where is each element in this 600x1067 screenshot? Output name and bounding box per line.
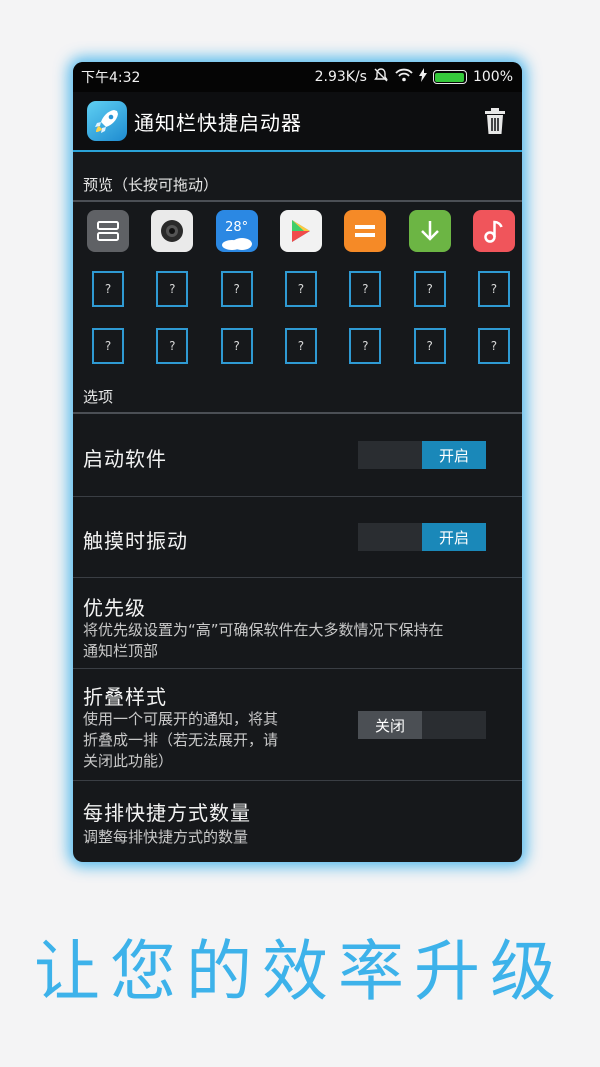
vibrate-title: 触摸时振动 <box>83 529 188 553</box>
options-header: 选项 <box>83 388 114 406</box>
empty-slot[interactable]: ? <box>220 328 253 364</box>
toggle-on-label: 开启 <box>422 523 486 551</box>
promo-banner: 让您的效率升级 <box>34 933 566 1010</box>
empty-slot[interactable]: ? <box>156 271 189 307</box>
priority-desc-line-1: 将优先级设置为“高”可确保软件在大多数情况下保持在 <box>83 621 444 639</box>
priority-option[interactable]: 优先级 将优先级设置为“高”可确保软件在大多数情况下保持在 通知栏顶部 <box>73 578 522 669</box>
collapse-desc-line-2: 折叠成一排（若无法展开，请 <box>83 731 279 749</box>
collapse-desc-line-1: 使用一个可展开的通知，将其 <box>83 710 279 728</box>
weather-icon[interactable]: 28° <box>215 210 258 252</box>
weather-temp: 28° <box>225 219 249 235</box>
per-row-desc: 调整每排快捷方式的数量 <box>83 828 249 846</box>
launch-toggle[interactable]: 开启 <box>358 441 486 469</box>
phone-screen: 下午4:32 2.93K/s 100% 通知栏快捷启动器 预览（长按可拖动） 2… <box>73 62 522 862</box>
preview-header: 预览（长按可拖动） <box>83 176 219 194</box>
empty-slot[interactable]: ? <box>477 328 510 364</box>
shortcut-row: ? ? ? ? ? ? ? <box>87 268 515 310</box>
empty-slot[interactable]: ? <box>284 271 317 307</box>
empty-slot[interactable]: ? <box>349 271 382 307</box>
trash-icon[interactable] <box>482 106 508 136</box>
empty-slot[interactable]: ? <box>92 271 124 307</box>
calculator-icon[interactable] <box>344 210 387 252</box>
toggle-icon[interactable] <box>87 210 129 252</box>
collapse-title: 折叠样式 <box>83 685 167 709</box>
vibrate-option[interactable]: 触摸时振动 开启 <box>73 497 522 578</box>
priority-desc-line-2: 通知栏顶部 <box>83 642 159 660</box>
per-row-option[interactable]: 每排快捷方式数量 调整每排快捷方式的数量 <box>73 781 522 862</box>
collapse-toggle[interactable]: 关闭 <box>358 711 486 739</box>
priority-title: 优先级 <box>83 596 146 620</box>
play-store-icon[interactable] <box>279 210 322 252</box>
divider <box>73 200 522 202</box>
download-icon[interactable] <box>408 210 451 252</box>
shortcut-row: ? ? ? ? ? ? ? <box>87 325 515 367</box>
empty-slot[interactable]: ? <box>477 271 510 307</box>
collapse-option[interactable]: 折叠样式 使用一个可展开的通知，将其 折叠成一排（若无法展开，请 关闭此功能） … <box>73 669 522 781</box>
toggle-off-label: 关闭 <box>358 711 422 739</box>
empty-slot[interactable]: ? <box>413 328 446 364</box>
charging-icon <box>418 68 427 86</box>
launch-option[interactable]: 启动软件 开启 <box>73 414 522 497</box>
empty-slot[interactable]: ? <box>92 328 124 364</box>
vibrate-toggle[interactable]: 开启 <box>358 523 486 551</box>
per-row-title: 每排快捷方式数量 <box>83 801 251 825</box>
launch-title: 启动软件 <box>83 447 167 471</box>
mute-bell-icon <box>373 67 389 87</box>
status-time: 下午4:32 <box>81 70 141 86</box>
net-speed: 2.93K/s <box>314 69 367 85</box>
rocket-icon <box>87 101 127 141</box>
empty-slot[interactable]: ? <box>156 328 189 364</box>
music-icon[interactable] <box>472 210 515 252</box>
empty-slot[interactable]: ? <box>284 328 317 364</box>
empty-slot[interactable]: ? <box>349 328 382 364</box>
wifi-icon <box>395 68 413 86</box>
empty-slot[interactable]: ? <box>220 271 253 307</box>
status-bar: 下午4:32 2.93K/s 100% <box>73 62 522 92</box>
camera-icon[interactable] <box>151 210 194 252</box>
collapse-desc-line-3: 关闭此功能） <box>83 752 174 770</box>
battery-level: 100% <box>472 69 513 85</box>
empty-slot[interactable]: ? <box>413 271 446 307</box>
battery-icon <box>432 70 467 84</box>
shortcut-row: 28° <box>87 210 515 252</box>
app-title: 通知栏快捷启动器 <box>134 110 302 135</box>
app-bar: 通知栏快捷启动器 <box>73 92 522 152</box>
toggle-on-label: 开启 <box>422 441 486 469</box>
